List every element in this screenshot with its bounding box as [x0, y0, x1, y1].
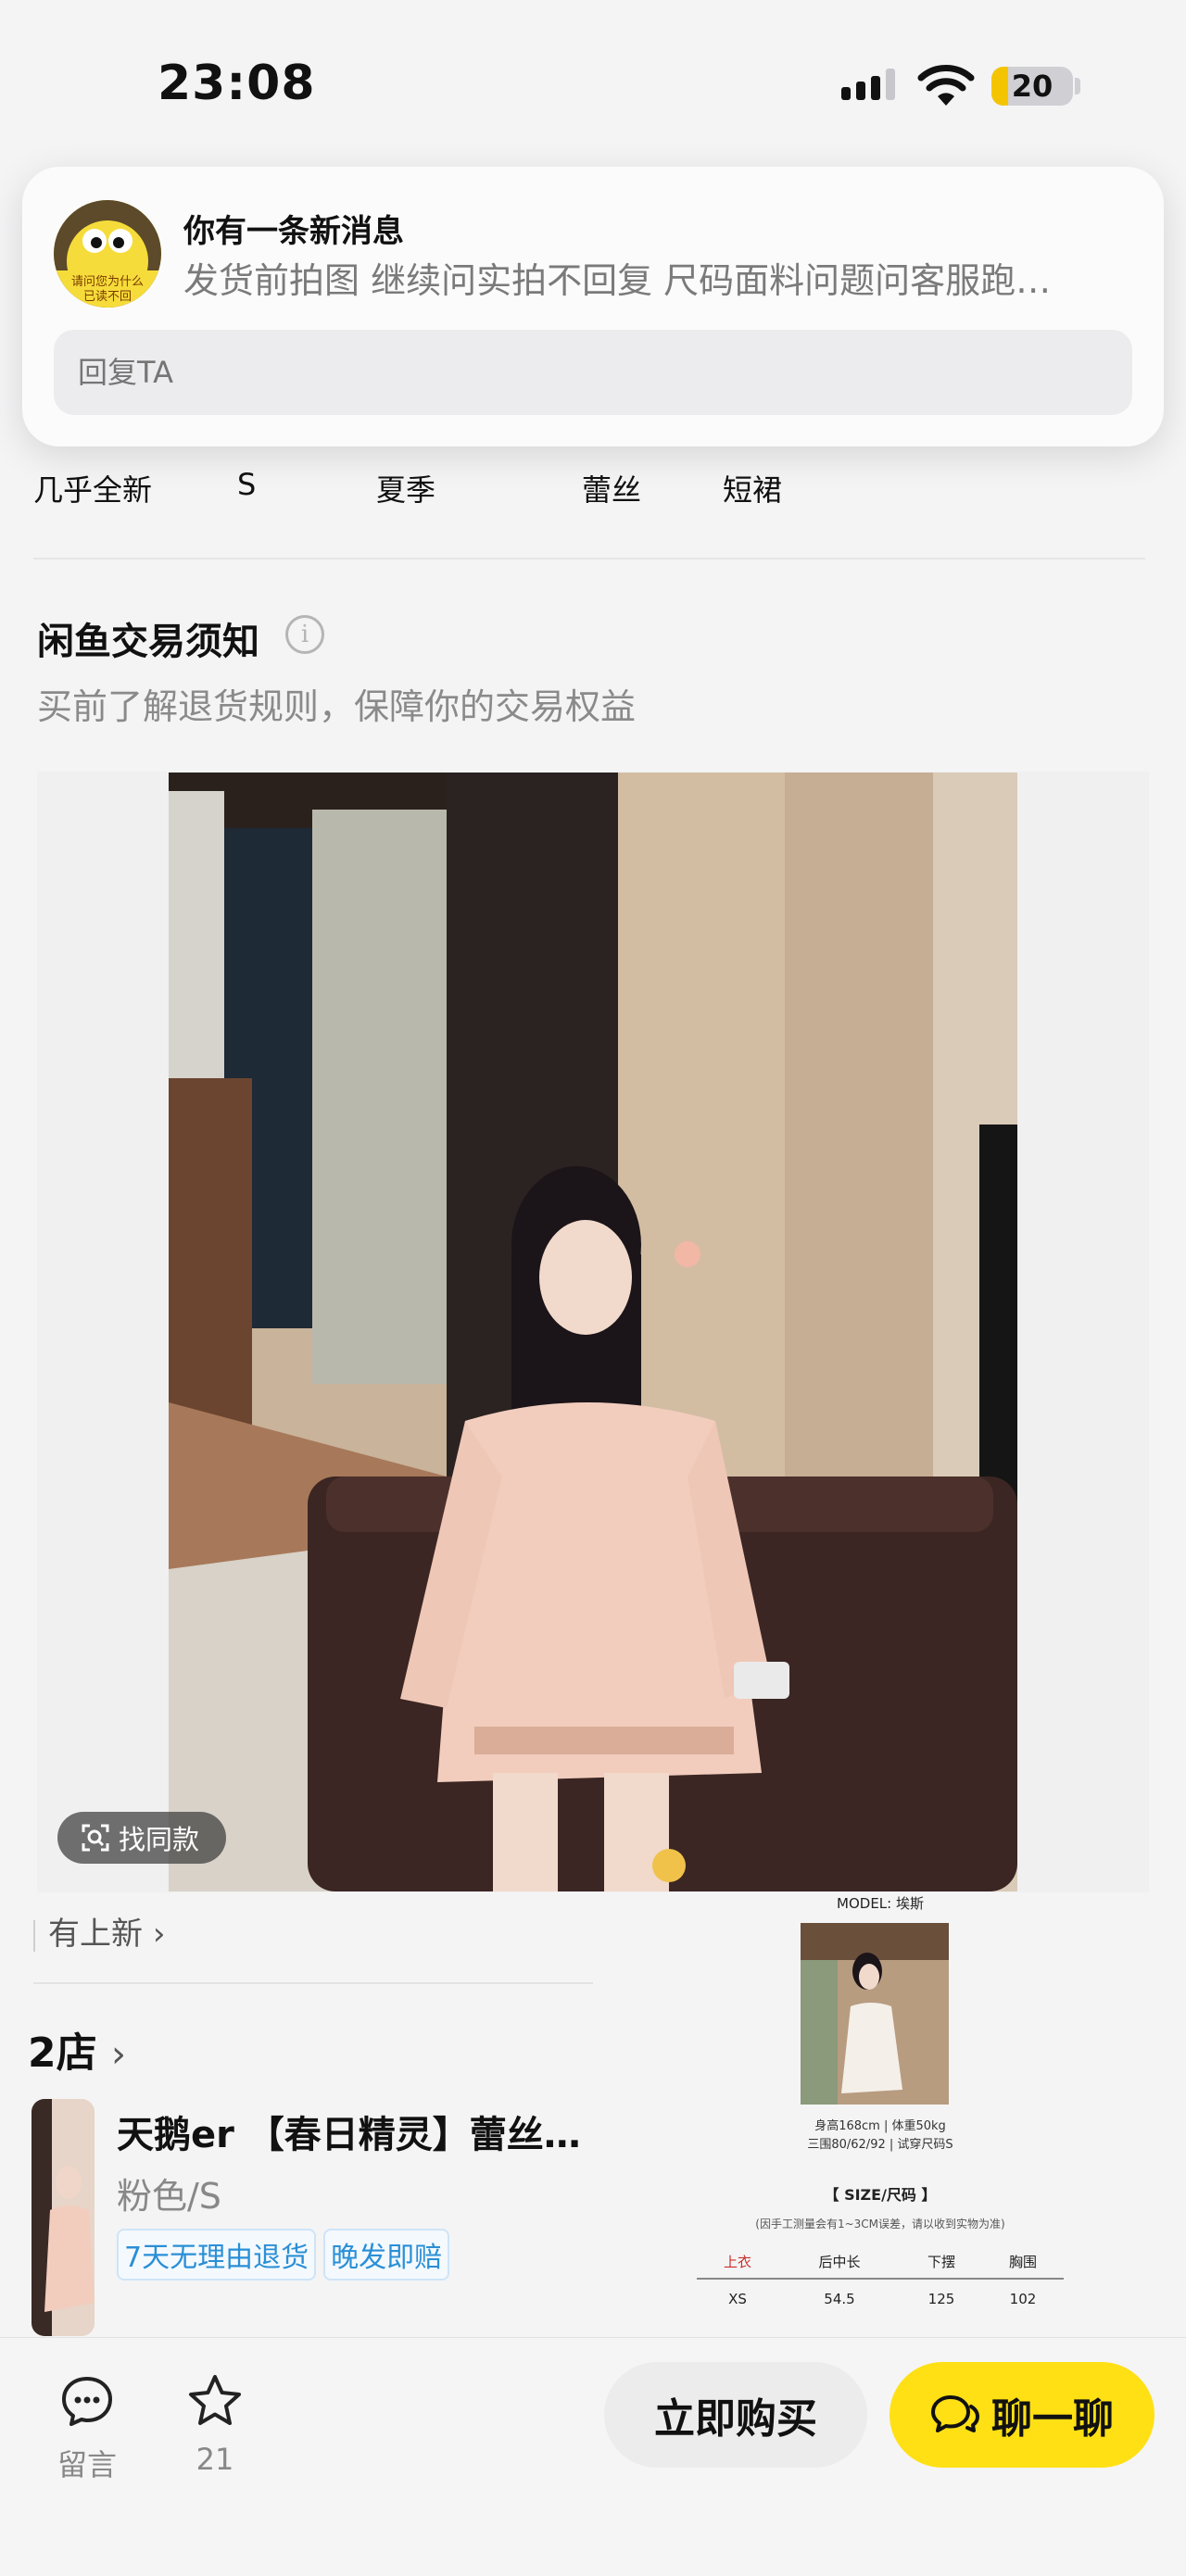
cellular-signal-icon — [841, 69, 895, 100]
tag-condition: 几乎全新 — [33, 472, 153, 508]
service-badges: 7天无理由退货 晚发即赔 — [117, 2229, 450, 2281]
reply-input[interactable] — [54, 330, 1132, 415]
size-chart: MODEL: 埃斯 身高168cm | 体重50kg 三围80/62/92 | … — [686, 1890, 1075, 2334]
divider — [33, 1982, 593, 1984]
tag-material: 蕾丝 — [582, 472, 642, 508]
product-thumbnail[interactable] — [32, 2099, 95, 2336]
size-chart-title: 【 SIZE/尺码 】 — [824, 2186, 937, 2204]
chat-label: 聊一聊 — [991, 2395, 1114, 2443]
size-chart-note: (因手工测量会有1~3CM误差，请以收到实物为准) — [755, 2218, 1005, 2230]
message-notification[interactable]: 请问您为什么 已读不回 你有一条新消息 发货前拍图 继续问实拍不回复 尺码面料问… — [22, 167, 1164, 446]
sender-avatar: 请问您为什么 已读不回 — [54, 200, 161, 308]
tag-style: 短裙 — [723, 472, 783, 508]
table-row: XS 54.5 125 102 — [697, 2279, 1064, 2318]
status-bar: 23:08 20 — [0, 0, 1186, 157]
item-attribute-tags: 几乎全新 S 夏季 蕾丝 短裙 — [0, 467, 1186, 513]
bottom-action-bar: 留言 21 立即购买 聊一聊 — [0, 2337, 1186, 2576]
size-table: 上衣 后中长 下摆 胸围 XS 54.5 125 102 — [697, 2245, 1064, 2318]
product-title[interactable]: 天鹅er 【春日精灵】蕾丝… — [117, 2105, 599, 2158]
battery-tip — [1075, 78, 1080, 94]
product-photo[interactable] — [169, 773, 1017, 1891]
size-table-header: 上衣 后中长 下摆 胸围 — [697, 2245, 1064, 2280]
model-stats-line-2: 三围80/62/92 | 试穿尺码S — [807, 2138, 953, 2152]
svg-text:已读不回: 已读不回 — [83, 290, 132, 304]
avatar-mascot-icon: 请问您为什么 已读不回 — [54, 200, 161, 308]
thumbnail-image — [32, 2099, 95, 2336]
wifi-icon — [917, 65, 975, 106]
buy-now-button[interactable]: 立即购买 — [604, 2362, 867, 2468]
size-header: 上衣 — [697, 2245, 778, 2280]
model-label: MODEL: 埃斯 — [837, 1895, 924, 1912]
status-time: 23:08 — [158, 56, 316, 111]
comment-label: 留言 — [57, 2447, 117, 2482]
tag-season: 夏季 — [376, 472, 436, 508]
comment-button[interactable]: 留言 — [41, 2373, 133, 2484]
size-cell: 102 — [1009, 2290, 1037, 2307]
trade-rules-title[interactable]: 闲鱼交易须知 — [37, 611, 259, 665]
separator-bar — [33, 1919, 35, 1952]
model-stats: 身高168cm | 体重50kg 三围80/62/92 | 试穿尺码S — [686, 2117, 1075, 2155]
size-cell: 125 — [927, 2290, 955, 2307]
notification-title: 你有一条新消息 — [183, 213, 404, 250]
new-arrivals-link[interactable]: 有上新 › — [33, 1908, 165, 1954]
trade-rules-subtitle[interactable]: 买前了解退货规则，保障你的交易权益 — [37, 678, 636, 729]
star-icon — [189, 2375, 241, 2425]
favorite-button[interactable]: 21 — [169, 2373, 261, 2477]
size-header: 下摆 — [900, 2245, 982, 2280]
svg-text:请问您为什么: 请问您为什么 — [71, 274, 144, 289]
chevron-right-icon: › — [110, 2033, 126, 2076]
size-header: 后中长 — [778, 2245, 901, 2280]
product-spec: 粉色/S — [117, 2176, 221, 2217]
favorite-count: 21 — [196, 2442, 234, 2477]
shop-name-link[interactable]: 2店 › — [28, 2019, 126, 2079]
shop-name: 2店 — [28, 2029, 97, 2077]
model-photo — [801, 1923, 949, 2105]
product-photo-illustration — [169, 773, 1017, 1891]
find-similar-button[interactable]: 找同款 — [57, 1812, 226, 1864]
size-cell: 54.5 — [824, 2290, 855, 2307]
battery-icon: 20 — [991, 67, 1073, 106]
size-header: 胸围 — [981, 2245, 1064, 2280]
new-arrivals-label: 有上新 — [48, 1916, 143, 1953]
chat-bubble-icon — [931, 2395, 979, 2432]
badge-late-ship-guarantee: 晚发即赔 — [323, 2229, 450, 2281]
chat-button[interactable]: 聊一聊 — [890, 2362, 1154, 2468]
chevron-right-icon: › — [152, 1916, 166, 1953]
tag-size: S — [237, 467, 257, 502]
battery-level: 20 — [1011, 69, 1054, 104]
badge-return-policy: 7天无理由退货 — [117, 2229, 317, 2281]
scan-icon — [82, 1824, 109, 1852]
notification-message: 发货前拍图 继续问实拍不回复 尺码面料问题问客服跑… — [183, 260, 1052, 301]
model-stats-line-1: 身高168cm | 体重50kg — [814, 2119, 946, 2133]
size-cell: XS — [728, 2290, 747, 2307]
info-icon[interactable]: i — [285, 615, 324, 654]
find-similar-label: 找同款 — [119, 1824, 200, 1855]
model-photo-illustration — [801, 1923, 949, 2105]
divider — [33, 558, 1145, 559]
comment-icon — [62, 2377, 112, 2426]
